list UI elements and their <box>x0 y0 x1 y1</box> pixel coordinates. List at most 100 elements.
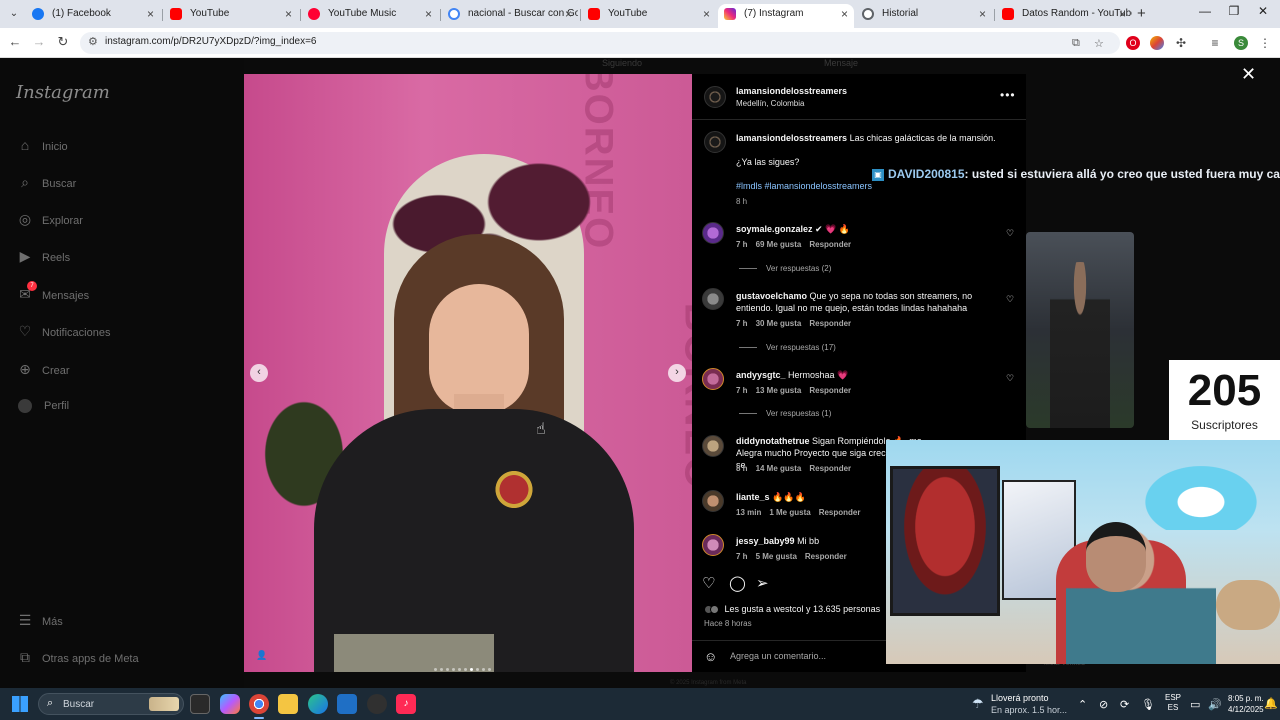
tab-search-dropdown-icon[interactable]: ⌄ <box>6 6 22 22</box>
notification-bell-icon[interactable]: 🔔 <box>1264 697 1278 710</box>
view-replies-button[interactable]: Ver respuestas (1) <box>739 409 831 418</box>
like-comment-icon[interactable]: ♡ <box>1006 373 1014 384</box>
volume-icon[interactable]: 🔊 <box>1208 698 1222 711</box>
view-replies-button[interactable]: Ver respuestas (2) <box>739 264 831 273</box>
next-image-icon[interactable]: › <box>668 364 686 382</box>
reply-button[interactable]: Responder <box>809 319 851 328</box>
sidebar-item-perfil[interactable]: Perfil <box>16 397 69 417</box>
task-view-icon[interactable] <box>190 694 210 714</box>
system-clock[interactable]: 8:05 p. m. 4/12/2025 <box>1228 693 1264 715</box>
file-explorer-icon[interactable] <box>278 694 298 714</box>
like-comment-icon[interactable]: ♡ <box>1006 228 1014 239</box>
like-comment-icon[interactable]: ♡ <box>1006 294 1014 305</box>
reply-button[interactable]: Responder <box>809 464 851 473</box>
sidebar-item-mas[interactable]: ☰ Más <box>16 611 63 631</box>
caption-author[interactable]: lamansiondelosstreamers <box>736 133 847 143</box>
bookmark-star-icon[interactable]: ☆ <box>1094 37 1104 50</box>
comment-user[interactable]: soymale.gonzalez <box>736 224 813 234</box>
tab-youtube-2[interactable]: YouTube × <box>582 4 716 26</box>
comment-likes[interactable]: 13 Me gusta <box>756 386 802 395</box>
site-info-icon[interactable]: ⚙ <box>88 35 98 48</box>
avatar[interactable] <box>702 490 724 512</box>
close-post-icon[interactable]: ✕ <box>1241 64 1256 85</box>
instagram-logo[interactable]: Instagram <box>16 82 110 103</box>
reply-button[interactable]: Responder <box>805 552 847 561</box>
weather-detail[interactable]: En aprox. 1.5 hor... <box>991 705 1067 715</box>
browser-menu-icon[interactable]: ⋮ <box>1258 36 1272 50</box>
opera-extension-icon[interactable]: O <box>1126 36 1140 50</box>
comment-likes[interactable]: 14 Me gusta <box>756 464 802 473</box>
post-location[interactable]: Medellín, Colombia <box>736 99 804 108</box>
close-tab-icon[interactable]: × <box>979 4 986 24</box>
close-tab-icon[interactable]: × <box>147 4 154 24</box>
comment-user[interactable]: jessy_baby99 <box>736 536 795 546</box>
avatar[interactable] <box>704 131 726 153</box>
comment-likes[interactable]: 69 Me gusta <box>756 240 802 249</box>
url-text[interactable]: instagram.com/p/DR2U7yXDpzD/?img_index=6 <box>105 36 316 47</box>
close-tab-icon[interactable]: × <box>425 4 432 24</box>
restore-icon[interactable]: ❐ <box>1219 4 1249 18</box>
close-tab-icon[interactable]: × <box>285 4 292 24</box>
reload-icon[interactable]: ↻ <box>54 34 72 50</box>
avatar[interactable] <box>702 435 724 457</box>
weather-icon[interactable]: ☂ <box>972 696 984 712</box>
chrome-icon[interactable] <box>249 694 269 714</box>
extension-icon[interactable] <box>1150 36 1164 50</box>
tab-google-search[interactable]: nacional - Buscar con Goo... × <box>442 4 578 26</box>
forward-icon[interactable]: → <box>30 34 48 49</box>
comment-likes[interactable]: 5 Me gusta <box>756 552 797 561</box>
comment-likes[interactable]: 1 Me gusta <box>769 508 810 517</box>
close-tab-icon[interactable]: × <box>703 4 710 24</box>
close-tab-icon[interactable]: × <box>1119 4 1126 24</box>
sidebar-item-crear[interactable]: ⊕ Crear <box>16 360 69 380</box>
sync-icon[interactable]: ⟳ <box>1120 698 1129 711</box>
tab-youtube-music[interactable]: YouTube Music × <box>302 4 438 26</box>
minimize-icon[interactable]: — <box>1190 4 1220 18</box>
tab-datos-random[interactable]: Datos Random - YouTube × <box>996 4 1132 26</box>
close-tab-icon[interactable]: × <box>841 4 848 24</box>
avatar[interactable] <box>702 222 724 244</box>
sidebar-item-inicio[interactable]: ⌂ Inicio <box>16 136 68 156</box>
tagged-users-icon[interactable]: 👤 <box>256 650 268 662</box>
address-bar[interactable]: ⚙ instagram.com/p/DR2U7yXDpzD/?img_index… <box>80 32 1120 54</box>
tab-facebook[interactable]: (1) Facebook × <box>26 4 160 26</box>
tab-youtube[interactable]: YouTube × <box>164 4 298 26</box>
tab-history[interactable]: Historial × <box>856 4 992 26</box>
profile-avatar[interactable]: S <box>1234 36 1248 50</box>
like-icon[interactable]: ♡ <box>702 574 715 592</box>
windows-start-icon[interactable] <box>12 696 28 712</box>
tray-overflow-icon[interactable]: ⌃ <box>1078 698 1087 711</box>
display-icon[interactable]: ▭ <box>1190 698 1200 711</box>
weather-status[interactable]: Lloverá pronto <box>991 693 1049 703</box>
reply-button[interactable]: Responder <box>819 508 861 517</box>
likes-text[interactable]: Les gusta a westcol y 13.635 personas <box>725 604 881 614</box>
comment-input[interactable]: Agrega un comentario... <box>730 651 826 661</box>
previous-image-icon[interactable]: ‹ <box>250 364 268 382</box>
view-replies-button[interactable]: Ver respuestas (17) <box>739 343 836 352</box>
tiktok-icon[interactable]: ♪ <box>396 694 416 714</box>
comment-likes[interactable]: 30 Me gusta <box>756 319 802 328</box>
copilot-icon[interactable] <box>220 694 240 714</box>
comment-user[interactable]: gustavoelchamo <box>736 291 807 301</box>
share-icon[interactable]: ➢ <box>756 574 769 592</box>
sidebar-item-reels[interactable]: ▶ Reels <box>16 247 71 267</box>
reply-button[interactable]: Responder <box>809 240 851 249</box>
window-close-icon[interactable]: ✕ <box>1248 4 1278 18</box>
obs-icon[interactable] <box>367 694 387 714</box>
avatar[interactable] <box>704 86 726 108</box>
sidebar-item-meta-apps[interactable]: ⧉ Otras apps de Meta <box>16 648 139 668</box>
close-tab-icon[interactable]: × <box>565 4 572 24</box>
comment-user[interactable]: diddynotathetrue <box>736 436 810 446</box>
tab-instagram[interactable]: (7) Instagram × <box>718 4 854 28</box>
post-image[interactable]: BORNEO BORNEO ‹ › 👤 <box>244 74 692 672</box>
microsoft-store-icon[interactable] <box>337 694 357 714</box>
reply-button[interactable]: Responder <box>809 386 851 395</box>
avatar[interactable] <box>702 288 724 310</box>
install-app-icon[interactable]: ⧉ <box>1072 37 1080 50</box>
network-off-icon[interactable]: ⊘ <box>1099 698 1108 711</box>
comment-user[interactable]: liante_s <box>736 492 770 502</box>
sidebar-item-notificaciones[interactable]: ♡ Notificaciones <box>16 322 111 342</box>
microphone-icon[interactable]: 🎙 <box>1141 698 1155 711</box>
sidebar-item-mensajes[interactable]: ✉ Mensajes 7 <box>16 281 89 305</box>
media-control-icon[interactable]: ≡ <box>1208 36 1222 50</box>
